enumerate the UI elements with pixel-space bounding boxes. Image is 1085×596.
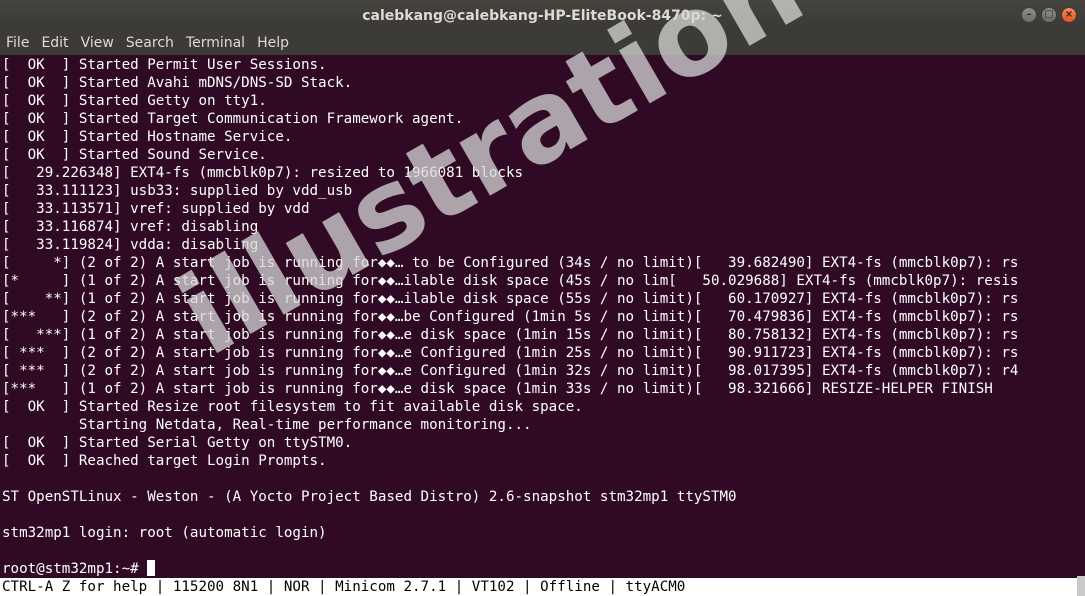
terminal-line: [ OK ] Started Resize root filesystem to… xyxy=(2,399,583,415)
terminal-line: [ OK ] Started Target Communication Fram… xyxy=(2,111,464,127)
terminal-line: [*** ] (2 of 2) A start job is running f… xyxy=(2,309,1019,325)
terminal-output[interactable]: [ OK ] Started Permit User Sessions. [ OK… xyxy=(2,56,1085,576)
terminal-line: [ 33.116874] vref: disabling xyxy=(2,219,259,235)
close-icon[interactable]: × xyxy=(1061,7,1077,23)
menu-file[interactable]: File xyxy=(0,35,35,51)
terminal-line: ST OpenSTLinux - Weston - (A Yocto Proje… xyxy=(2,489,737,505)
scrollbar[interactable] xyxy=(1077,576,1085,596)
menu-help[interactable]: Help xyxy=(251,35,295,51)
terminal-line: [ *** ] (2 of 2) A start job is running … xyxy=(2,345,1019,361)
window-controls: – □ × xyxy=(1021,7,1077,23)
terminal-line: [ OK ] Started Permit User Sessions. xyxy=(2,57,327,73)
terminal-line: [ OK ] Reached target Login Prompts. xyxy=(2,453,327,469)
window-titlebar[interactable]: calebkang@calebkang-HP-EliteBook-8470p: … xyxy=(0,0,1085,31)
terminal-line: [ *] (2 of 2) A start job is running for… xyxy=(2,255,1019,271)
terminal-line: [ 33.111123] usb33: supplied by vdd_usb xyxy=(2,183,353,199)
terminal-line: [ **] (1 of 2) A start job is running fo… xyxy=(2,291,1019,307)
terminal-line: [ OK ] Started Serial Getty on ttySTM0. xyxy=(2,435,353,451)
window-title: calebkang@calebkang-HP-EliteBook-8470p: … xyxy=(362,7,723,24)
shell-prompt: root@stm32mp1:~# xyxy=(2,561,148,576)
terminal-line: [*** ] (1 of 2) A start job is running f… xyxy=(2,381,993,397)
menu-edit[interactable]: Edit xyxy=(35,35,74,51)
text-cursor xyxy=(147,560,156,576)
menu-bar: File Edit View Search Terminal Help xyxy=(0,31,1085,55)
menu-search[interactable]: Search xyxy=(120,35,180,51)
terminal-line: [ OK ] Started Avahi mDNS/DNS-SD Stack. xyxy=(2,75,353,91)
terminal-line: [ ***] (1 of 2) A start job is running f… xyxy=(2,327,1019,343)
minicom-status-bar: CTRL-A Z for help | 115200 8N1 | NOR | M… xyxy=(0,578,1077,596)
menu-view[interactable]: View xyxy=(75,35,120,51)
terminal-line: Starting Netdata, Real-time performance … xyxy=(2,417,532,433)
terminal-line: [ 33.119824] vdda: disabling xyxy=(2,237,259,253)
terminal-line: stm32mp1 login: root (automatic login) xyxy=(2,525,327,541)
terminal-line: [ 29.226348] EXT4-fs (mmcblk0p7): resize… xyxy=(2,165,524,181)
terminal-line: [ OK ] Started Sound Service. xyxy=(2,147,267,163)
shell-prompt-line[interactable]: root@stm32mp1:~# xyxy=(2,560,1085,576)
minimize-icon[interactable]: – xyxy=(1021,7,1037,23)
terminal-line: [ OK ] Started Getty on tty1. xyxy=(2,93,267,109)
maximize-icon[interactable]: □ xyxy=(1041,7,1057,23)
terminal-line: [ OK ] Started Hostname Service. xyxy=(2,129,293,145)
terminal-line: [ *** ] (2 of 2) A start job is running … xyxy=(2,363,1019,379)
terminal-line: [* ] (1 of 2) A start job is running for… xyxy=(2,273,1019,289)
terminal-line: [ 33.113571] vref: supplied by vdd xyxy=(2,201,310,217)
menu-terminal[interactable]: Terminal xyxy=(180,35,251,51)
